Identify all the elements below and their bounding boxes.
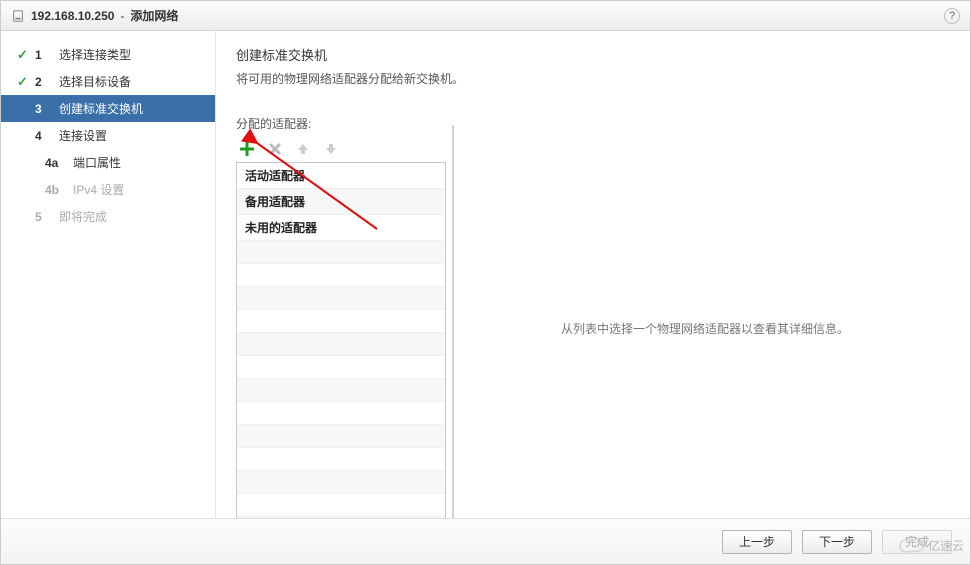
group-unused-adapters[interactable]: 未用的适配器	[237, 215, 445, 241]
next-button[interactable]: 下一步	[802, 530, 872, 554]
plus-icon	[240, 142, 254, 156]
move-down-button	[322, 140, 340, 158]
content-panel: 创建标准交换机 将可用的物理网络适配器分配给新交换机。 分配的适配器:	[216, 31, 970, 518]
group-standby-adapters[interactable]: 备用适配器	[237, 189, 445, 215]
title-sep: -	[120, 9, 124, 23]
group-active-adapters[interactable]: 活动适配器	[237, 163, 445, 189]
back-button[interactable]: 上一步	[722, 530, 792, 554]
step-number: 1	[35, 48, 53, 62]
step-select-target-device[interactable]: ✓ 2 选择目标设备	[1, 68, 215, 95]
titlebar: 192.168.10.250 - 添加网络 ?	[1, 1, 970, 31]
checkmark-icon: ✓	[17, 74, 29, 90]
step-label: 选择连接类型	[59, 46, 131, 63]
step-ready-to-complete: 5 即将完成	[1, 203, 215, 230]
step-number: 4b	[45, 183, 67, 197]
list-item	[237, 333, 445, 356]
step-number: 5	[35, 210, 53, 224]
add-adapter-button[interactable]	[238, 140, 256, 158]
step-number: 4	[35, 129, 53, 143]
step-label: 创建标准交换机	[59, 100, 143, 117]
panel-heading: 创建标准交换机	[236, 45, 950, 64]
list-item	[237, 425, 445, 448]
checkmark-icon: ✓	[17, 47, 29, 63]
adapter-listbox[interactable]: 活动适配器 备用适配器 未用的适配器	[236, 162, 446, 518]
step-port-properties[interactable]: 4a 端口属性	[1, 149, 215, 176]
list-item	[237, 310, 445, 333]
arrow-down-icon	[324, 142, 338, 156]
list-item	[237, 494, 445, 517]
title-action: 添加网络	[130, 7, 178, 24]
x-icon	[268, 142, 282, 156]
add-network-dialog: 192.168.10.250 - 添加网络 ? ✓ 1 选择连接类型 ✓ 2 选…	[0, 0, 971, 565]
step-label: 端口属性	[73, 154, 121, 171]
panel-subheading: 将可用的物理网络适配器分配给新交换机。	[236, 70, 950, 87]
step-connection-settings[interactable]: 4 连接设置	[1, 122, 215, 149]
step-label: 选择目标设备	[59, 73, 131, 90]
step-label: 即将完成	[59, 208, 107, 225]
list-item	[237, 264, 445, 287]
detail-placeholder-text: 从列表中选择一个物理网络适配器以查看其详细信息。	[561, 320, 849, 337]
adapter-toolbar	[236, 140, 446, 158]
list-item	[237, 287, 445, 310]
adapter-assignment-row: 分配的适配器:	[236, 115, 950, 518]
wizard-steps: ✓ 1 选择连接类型 ✓ 2 选择目标设备 3 创建标准交换机 4 连接设置 4…	[1, 31, 216, 518]
dialog-footer: 上一步 下一步 完成	[1, 518, 970, 564]
dialog-body: ✓ 1 选择连接类型 ✓ 2 选择目标设备 3 创建标准交换机 4 连接设置 4…	[1, 31, 970, 518]
list-item	[237, 379, 445, 402]
step-select-connection-type[interactable]: ✓ 1 选择连接类型	[1, 41, 215, 68]
step-number: 4a	[45, 156, 67, 170]
finish-button: 完成	[882, 530, 952, 554]
splitter-handle[interactable]	[450, 115, 456, 518]
move-up-button	[294, 140, 312, 158]
step-number: 2	[35, 75, 53, 89]
adapter-detail-panel: 从列表中选择一个物理网络适配器以查看其详细信息。	[460, 115, 950, 518]
arrow-up-icon	[296, 142, 310, 156]
host-icon	[11, 9, 25, 23]
list-item	[237, 241, 445, 264]
list-item	[237, 356, 445, 379]
title-ip: 192.168.10.250	[31, 9, 114, 23]
remove-adapter-button	[266, 140, 284, 158]
step-ipv4-settings: 4b IPv4 设置	[1, 176, 215, 203]
step-number: 3	[35, 102, 53, 116]
adapter-left-column: 分配的适配器:	[236, 115, 446, 518]
step-label: 连接设置	[59, 127, 107, 144]
help-icon[interactable]: ?	[944, 8, 960, 24]
list-item	[237, 448, 445, 471]
list-item	[237, 402, 445, 425]
step-create-standard-switch[interactable]: 3 创建标准交换机	[1, 95, 215, 122]
assigned-adapter-label: 分配的适配器:	[236, 115, 446, 132]
list-item	[237, 471, 445, 494]
step-label: IPv4 设置	[73, 181, 124, 198]
